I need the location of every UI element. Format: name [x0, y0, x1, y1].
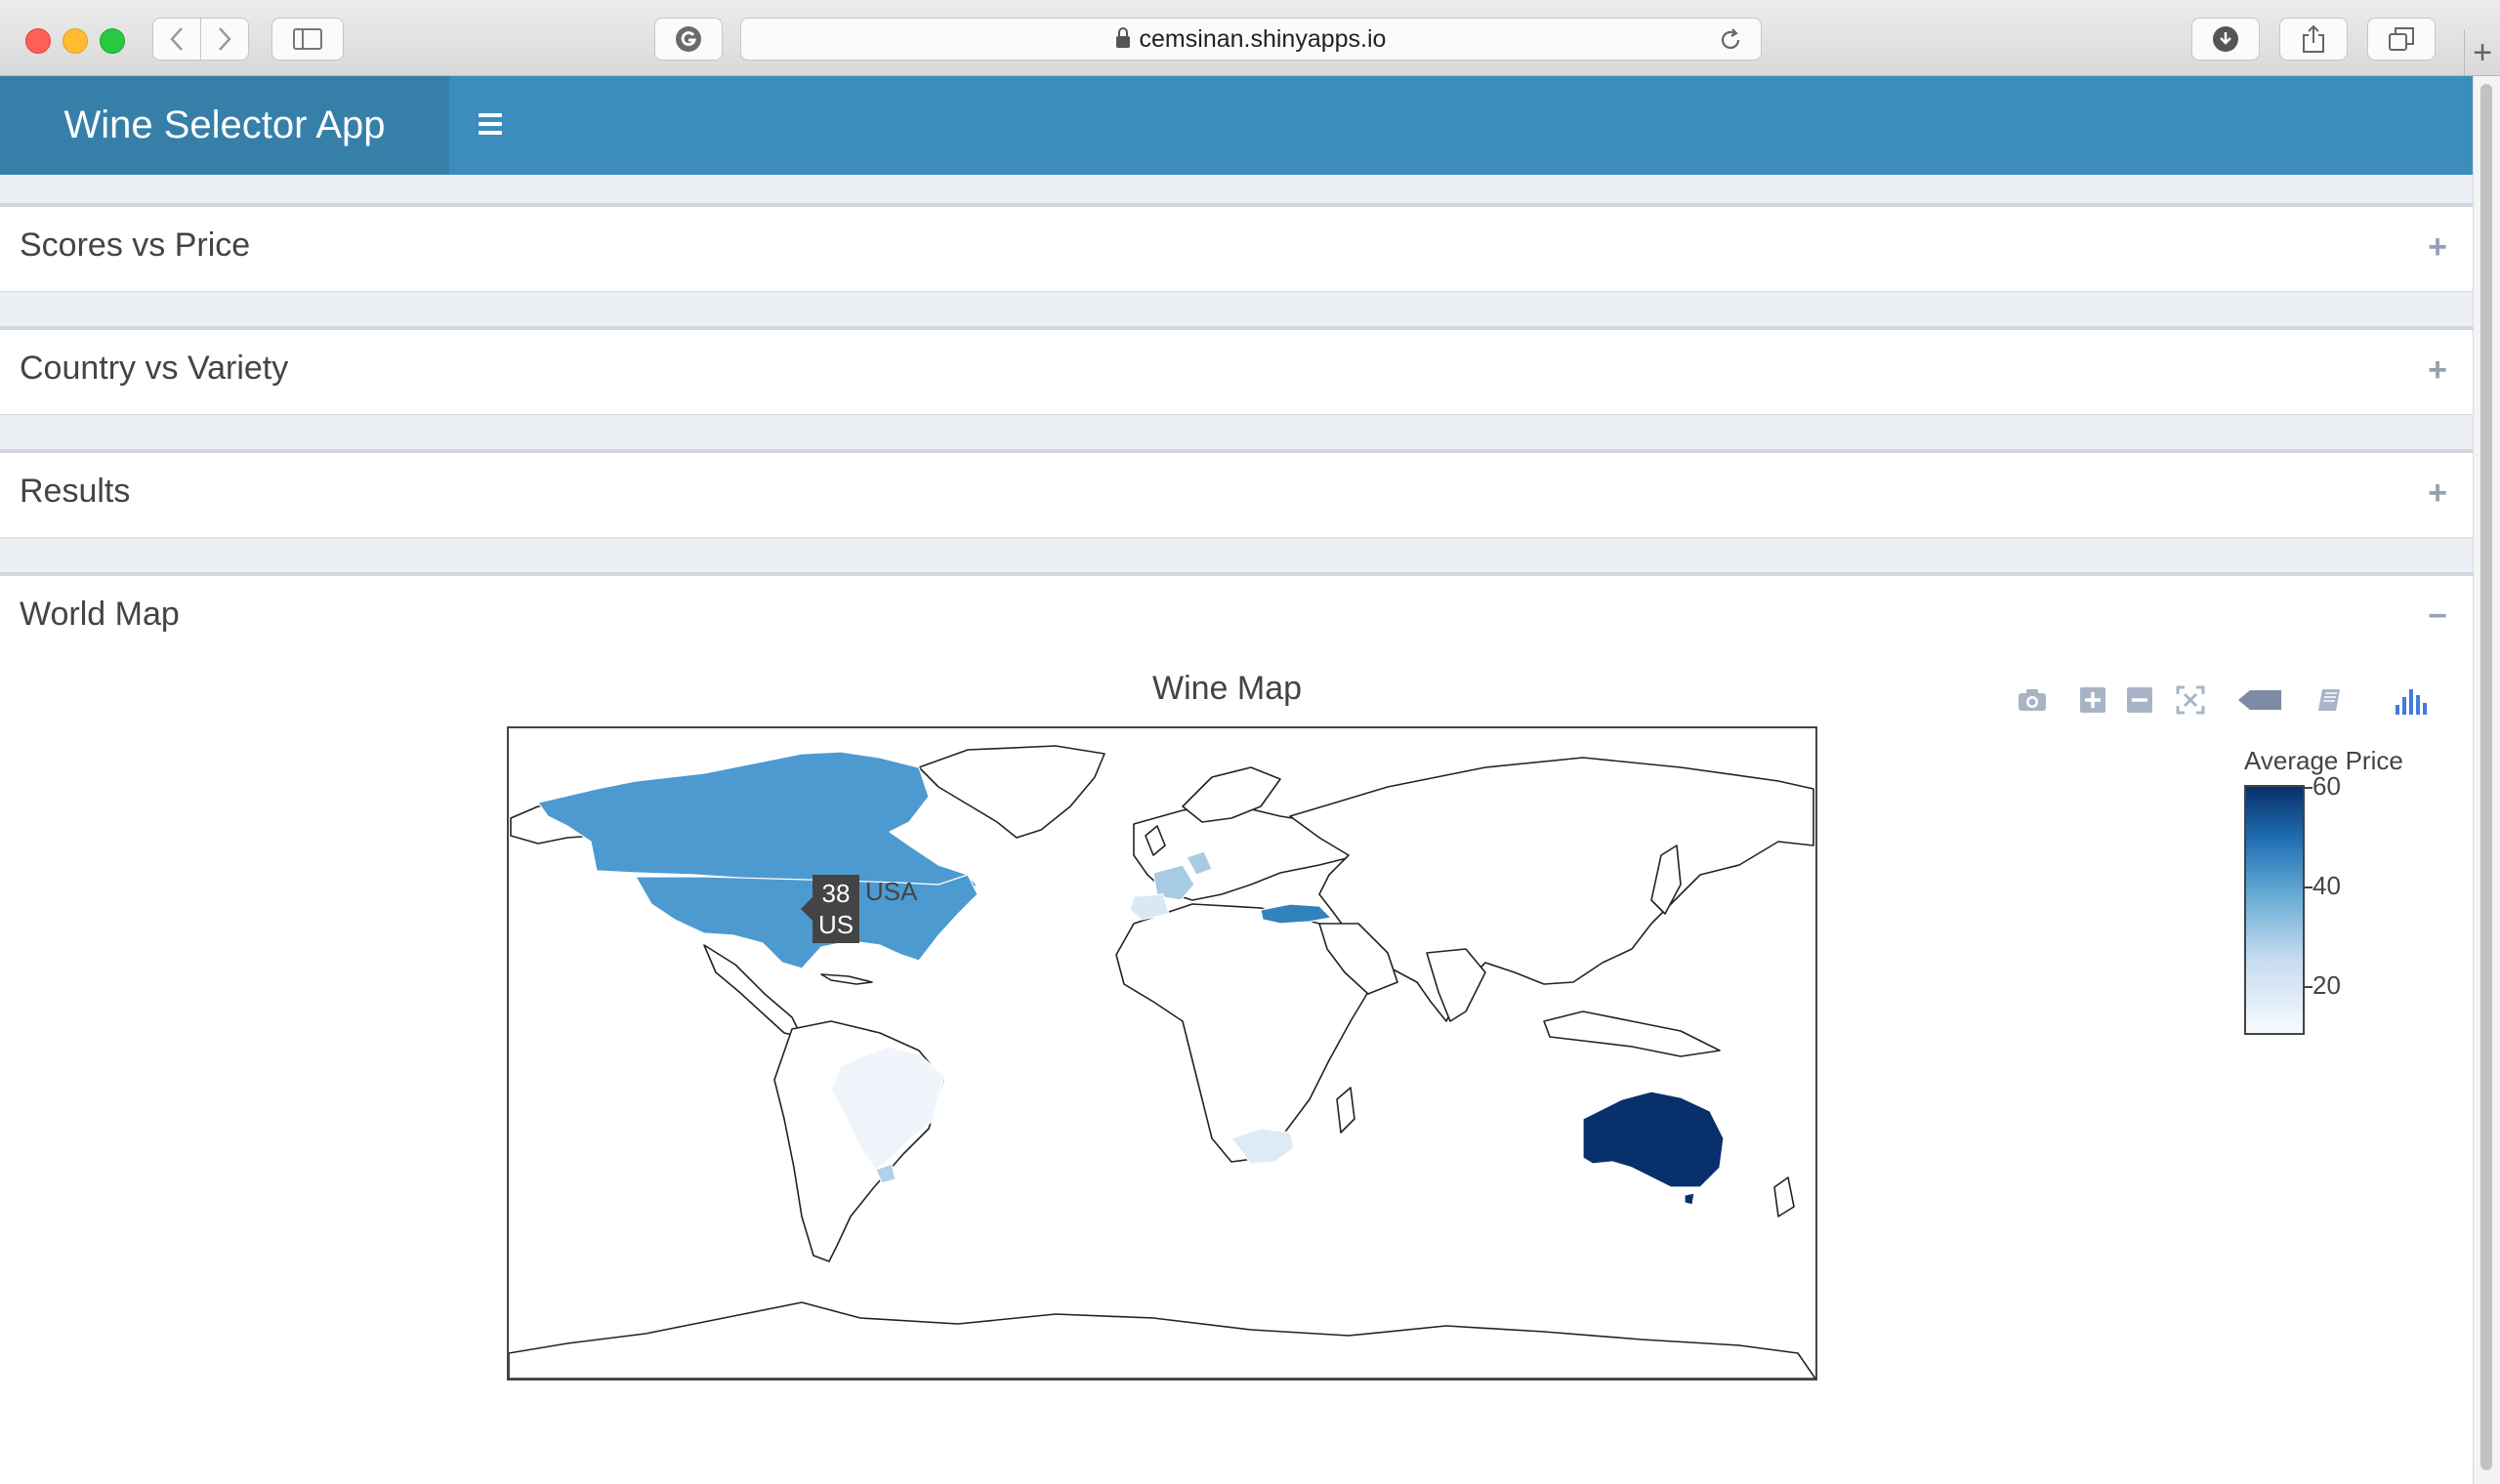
- colorbar-tick: [2305, 787, 2312, 789]
- box-title: World Map: [20, 596, 180, 633]
- plotly-logo-icon[interactable]: [2393, 683, 2432, 717]
- show-closest-data-icon[interactable]: [2236, 683, 2283, 717]
- se-asia-islands-region: [1543, 1010, 1721, 1057]
- colorbar-tick: [2305, 986, 2312, 988]
- compare-data-icon[interactable]: [2312, 683, 2346, 717]
- antarctica-region: [509, 1301, 1815, 1379]
- box-title: Scores vs Price: [20, 227, 251, 264]
- downloads-button[interactable]: [2191, 18, 2260, 61]
- colorbar-label: 60: [2312, 771, 2341, 801]
- page-scrollbar[interactable]: [2473, 76, 2500, 1484]
- forward-button[interactable]: [200, 18, 249, 61]
- madagascar-region: [1336, 1087, 1355, 1134]
- map-canvas[interactable]: [509, 728, 1815, 1379]
- tooltip-value: 38: [821, 879, 851, 908]
- box-title: Results: [20, 473, 131, 510]
- address-bar[interactable]: cemsinan.shinyapps.io: [740, 18, 1762, 61]
- box-results: Results +: [0, 449, 2473, 537]
- zoom-out-icon[interactable]: [2123, 683, 2156, 717]
- download-icon: [2213, 26, 2238, 52]
- zoom-in-icon[interactable]: [2076, 683, 2109, 717]
- reset-view-icon[interactable]: [2174, 683, 2207, 717]
- chart-title: Wine Map: [1152, 670, 1303, 707]
- scrollbar-thumb[interactable]: [2480, 84, 2492, 1470]
- app-logo[interactable]: Wine Selector App: [0, 76, 449, 175]
- tabs-icon: [2389, 27, 2414, 51]
- tooltip-code: US: [817, 910, 854, 939]
- url-text: cemsinan.shinyapps.io: [1139, 24, 1387, 53]
- back-button[interactable]: [152, 18, 201, 61]
- sidebar-toggle-button[interactable]: [271, 18, 344, 61]
- canada-region: [537, 751, 979, 887]
- chevron-right-icon: [219, 27, 231, 51]
- colorbar-label: 20: [2312, 970, 2341, 1000]
- minimize-window-button[interactable]: [62, 28, 88, 54]
- share-button[interactable]: [2279, 18, 2348, 61]
- greenland-region: [918, 745, 1105, 839]
- new-tab-button[interactable]: +: [2464, 29, 2500, 76]
- app-header: Wine Selector App: [0, 76, 2473, 175]
- zoom-window-button[interactable]: [100, 28, 125, 54]
- box-scores-vs-price: Scores vs Price +: [0, 203, 2473, 291]
- expand-button[interactable]: +: [2428, 474, 2447, 513]
- grammarly-extension-button[interactable]: [654, 18, 723, 61]
- share-icon: [2303, 24, 2324, 53]
- extension-g-icon: [676, 26, 701, 52]
- caribbean-region: [820, 973, 873, 985]
- colorbar-label: 40: [2312, 871, 2341, 900]
- close-window-button[interactable]: [25, 28, 51, 54]
- lock-icon: [1115, 27, 1130, 48]
- expand-button[interactable]: +: [2428, 351, 2447, 390]
- reload-icon[interactable]: [1718, 27, 1743, 53]
- colorbar: [2244, 785, 2305, 1035]
- camera-icon[interactable]: [2016, 683, 2049, 717]
- collapse-button[interactable]: −: [2428, 598, 2447, 636]
- usa-region: [635, 874, 979, 969]
- browser-toolbar: cemsinan.shinyapps.io +: [0, 0, 2500, 76]
- tab-overview-button[interactable]: [2367, 18, 2436, 61]
- chevron-left-icon: [170, 27, 183, 51]
- box-title: Country vs Variety: [20, 350, 289, 387]
- menu-toggle-icon[interactable]: [479, 113, 502, 135]
- tasmania-region: [1684, 1192, 1695, 1206]
- map-hover-tooltip: 38 US: [801, 875, 859, 943]
- australia-region: [1582, 1091, 1725, 1188]
- new-zealand-region: [1773, 1176, 1795, 1217]
- expand-button[interactable]: +: [2428, 228, 2447, 267]
- turkey-region: [1260, 903, 1332, 925]
- tooltip-country-name: USA: [865, 877, 918, 906]
- box-country-vs-variety: Country vs Variety +: [0, 326, 2473, 414]
- world-map[interactable]: [507, 726, 1817, 1381]
- sidebar-icon: [293, 28, 322, 50]
- colorbar-tick: [2305, 886, 2312, 888]
